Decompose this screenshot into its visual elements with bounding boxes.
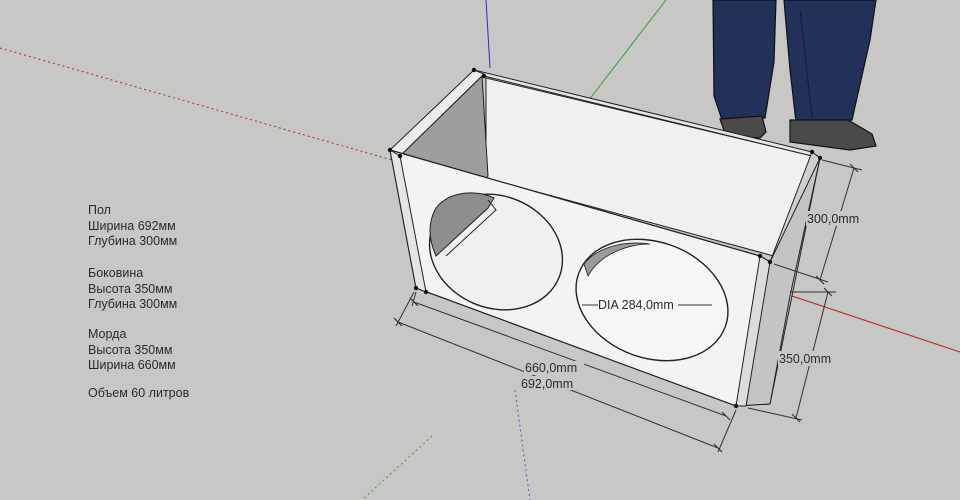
spec-floor: Пол Ширина 692мм Глубина 300мм — [88, 203, 177, 250]
depth-dimension-label: 300,0mm — [807, 212, 859, 226]
spec-front: Морда Высота 350мм Ширина 660мм — [88, 327, 176, 374]
spec-volume: Объем 60 литров — [88, 386, 189, 402]
spec-floor-width: Ширина 692мм — [88, 218, 176, 233]
spec-side-height: Высота 350мм — [88, 281, 173, 296]
spec-side-title: Боковина — [88, 266, 144, 280]
spec-front-height: Высота 350мм — [88, 342, 173, 357]
hole-diameter-label: DIA 284,0mm — [598, 298, 674, 312]
spec-front-width: Ширина 660мм — [88, 358, 176, 372]
left-leg — [712, 0, 777, 121]
spec-front-title: Морда — [88, 327, 127, 341]
spec-floor-title: Пол — [88, 203, 111, 217]
spec-side-depth: Глубина 300мм — [88, 297, 178, 311]
human-scale-figure — [712, 0, 877, 151]
spec-floor-depth: Глубина 300мм — [88, 234, 178, 248]
spec-side: Боковина Высота 350мм Глубина 300мм — [88, 266, 177, 313]
spec-volume-text: Объем 60 литров — [88, 386, 190, 400]
modeling-viewport[interactable]: 300,0mm 350,0mm 660,0mm 692,0mm DIA 284,… — [0, 0, 960, 500]
outer-width-dimension-label: 692,0mm — [521, 377, 573, 391]
height-dimension-label: 350,0mm — [779, 352, 831, 366]
inner-width-dimension-label: 660,0mm — [525, 361, 577, 375]
